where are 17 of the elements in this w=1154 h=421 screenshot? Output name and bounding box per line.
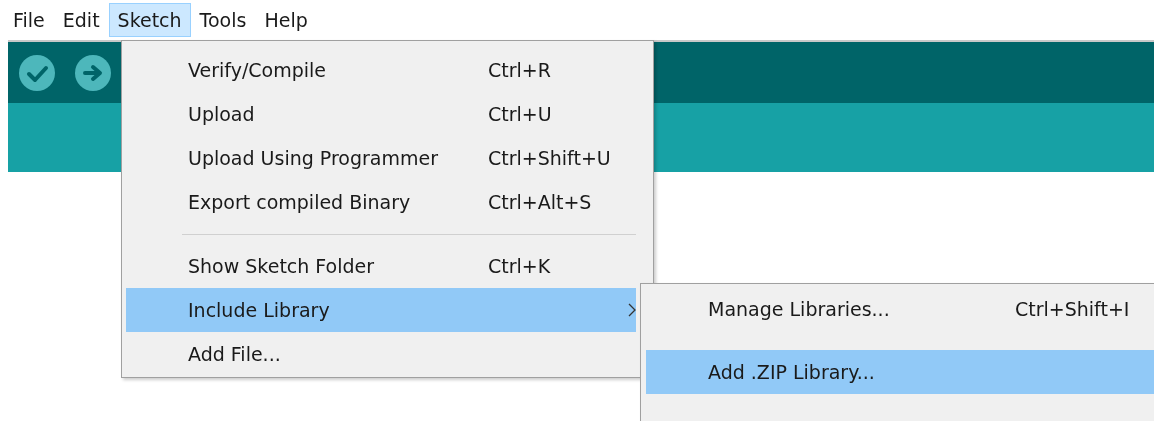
menu-item[interactable]: Upload Using Programmer Ctrl+Shift+U <box>126 136 636 180</box>
verify-button[interactable] <box>19 54 55 91</box>
chevron-right-icon <box>628 303 636 317</box>
menu-item[interactable]: Add File... <box>126 332 636 376</box>
menu-item[interactable]: Export compiled Binary Ctrl+Alt+S <box>126 180 636 224</box>
menu-item[interactable]: Include Library <box>126 288 636 332</box>
menu-item[interactable]: File <box>4 3 54 37</box>
menu-item[interactable]: Manage Libraries... Ctrl+Shift+I <box>646 287 1154 331</box>
menu-item[interactable]: Sketch <box>108 3 191 37</box>
menu-item[interactable]: Verify/Compile Ctrl+R <box>126 48 636 92</box>
menu-item[interactable]: Upload Ctrl+U <box>126 92 636 136</box>
menu-item[interactable]: Help <box>255 3 317 37</box>
menu-item[interactable]: Edit <box>53 3 109 37</box>
menu-item[interactable]: Show Sketch Folder Ctrl+K <box>126 244 636 288</box>
menu-item[interactable]: Add .ZIP Library... <box>646 350 1154 394</box>
menu-item[interactable]: Tools <box>190 3 256 37</box>
upload-button[interactable] <box>75 54 111 91</box>
